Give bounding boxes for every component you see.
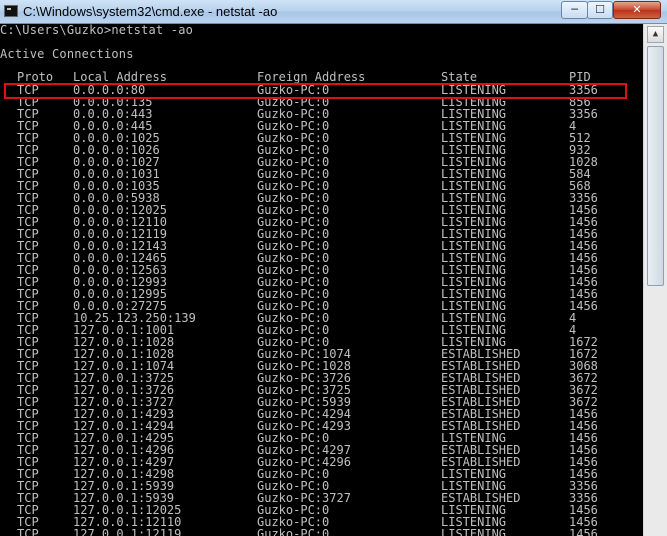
cmd-icon[interactable] bbox=[4, 5, 18, 17]
arrow-up-icon[interactable]: ▲ bbox=[647, 26, 664, 43]
title-bar[interactable]: C:\Windows\system32\cmd.exe - netstat -a… bbox=[0, 0, 667, 24]
header-state: State bbox=[441, 70, 478, 84]
header-proto: Proto bbox=[17, 70, 54, 84]
close-button[interactable]: ✕ bbox=[613, 1, 661, 19]
vertical-scrollbar[interactable]: ▲ bbox=[643, 24, 667, 536]
table-row: TCP 127.0.0.1:12119 Guzko-PC:0 LISTENING 145… bbox=[0, 528, 643, 536]
console-output[interactable]: C:\Users\Guzko>netstat -ao Active Connec… bbox=[0, 24, 643, 536]
window-title: C:\Windows\system32\cmd.exe - netstat -a… bbox=[23, 4, 278, 19]
section-title: Active Connections bbox=[0, 47, 134, 61]
cell-local: 127.0.0.1:12119 bbox=[73, 527, 182, 536]
header-foreign-address: Foreign Address bbox=[257, 70, 366, 84]
header-pid: PID bbox=[569, 70, 591, 84]
cell-state: LISTENING bbox=[441, 527, 507, 536]
column-headers: Proto Local Address Foreign Address Stat… bbox=[0, 71, 643, 83]
highlight-box bbox=[4, 83, 627, 99]
minimize-button[interactable]: ─ bbox=[561, 1, 588, 19]
maximize-button[interactable]: ☐ bbox=[587, 1, 613, 19]
cell-pid: 1456 bbox=[569, 527, 598, 536]
scrollbar-thumb[interactable] bbox=[647, 46, 664, 286]
cell-foreign: Guzko-PC:0 bbox=[257, 527, 330, 536]
command-prompt-line: C:\Users\Guzko>netstat -ao bbox=[0, 24, 194, 37]
header-local-address: Local Address bbox=[73, 70, 167, 84]
cell-proto: TCP bbox=[17, 527, 39, 536]
